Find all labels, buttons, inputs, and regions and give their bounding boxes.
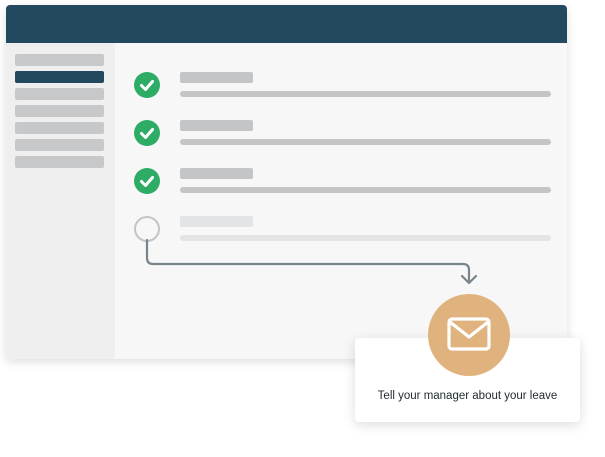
task-title-placeholder <box>180 120 253 131</box>
task-title-placeholder <box>180 72 253 83</box>
sidebar-item-7[interactable] <box>15 156 104 168</box>
task-title-placeholder <box>180 168 253 179</box>
sidebar-item-2-active[interactable] <box>15 71 104 83</box>
task-description-placeholder <box>180 187 551 193</box>
task-item-pending <box>115 216 567 246</box>
task-description-placeholder <box>180 139 551 145</box>
check-icon <box>134 120 160 146</box>
task-description-placeholder <box>180 91 551 97</box>
sidebar-item-1[interactable] <box>15 54 104 66</box>
task-description-placeholder <box>180 235 551 241</box>
notification-message: Tell your manager about your leave <box>377 390 558 402</box>
sidebar-item-4[interactable] <box>15 105 104 117</box>
check-icon <box>134 72 160 98</box>
sidebar-item-5[interactable] <box>15 122 104 134</box>
check-icon <box>134 168 160 194</box>
task-title-placeholder <box>180 216 253 227</box>
sidebar-item-6[interactable] <box>15 139 104 151</box>
task-item-done <box>115 120 567 150</box>
empty-circle-icon[interactable] <box>134 216 160 242</box>
task-item-done <box>115 168 567 198</box>
title-bar <box>6 5 567 43</box>
sidebar <box>6 43 115 359</box>
envelope-icon <box>447 317 491 351</box>
task-item-done <box>115 72 567 102</box>
sidebar-item-3[interactable] <box>15 88 104 100</box>
mail-badge <box>428 294 510 376</box>
